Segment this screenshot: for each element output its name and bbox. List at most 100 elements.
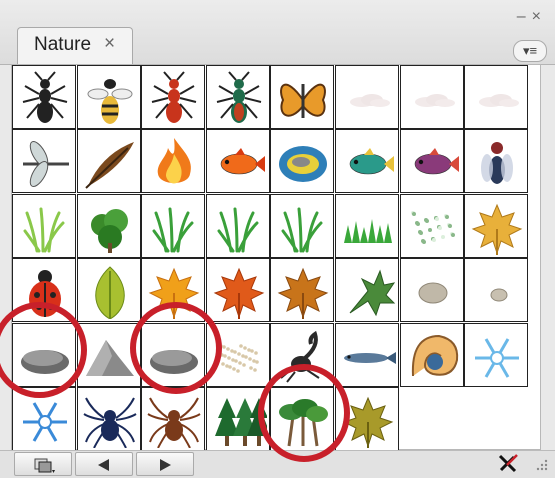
beetle-red-icon (151, 71, 197, 123)
tab-nature[interactable]: Nature × (17, 27, 133, 64)
symbol-fish-long[interactable] (335, 322, 399, 387)
symbol-ant[interactable] (12, 65, 76, 129)
tab-label: Nature (34, 34, 92, 55)
symbol-grid (11, 64, 541, 451)
next-button[interactable] (136, 452, 194, 476)
symbol-flowers-dots[interactable] (399, 193, 464, 258)
symbol-leaf-oak-green[interactable] (335, 258, 399, 323)
grass-tall-icon (23, 207, 65, 253)
symbol-leaf-maple-yellow[interactable] (464, 193, 529, 258)
symbol-beetle-green[interactable] (205, 65, 270, 129)
symbol-spider-brown[interactable] (141, 387, 206, 451)
butterfly-icon (280, 83, 327, 118)
symbol-spider-blue[interactable] (76, 387, 141, 451)
leaf-maple-orange-icon (148, 267, 200, 320)
previous-button[interactable] (75, 452, 133, 476)
symbol-leaf-maple-red[interactable] (205, 258, 270, 323)
symbol-grass-tall[interactable] (12, 193, 76, 258)
symbol-rock-flat[interactable] (141, 322, 206, 387)
close-icon[interactable]: × (532, 8, 547, 25)
fish-purple-icon (414, 148, 459, 175)
leaf-maple-brown-icon (278, 267, 329, 320)
symbol-fish-purple[interactable] (399, 129, 464, 194)
symbol-beetle-red[interactable] (141, 65, 206, 129)
snowflake-blue-icon (23, 402, 67, 442)
leaf-maple-yellow-icon (471, 203, 523, 255)
leaf-maple-olive-icon (342, 396, 394, 448)
minimize-icon[interactable]: – (517, 8, 532, 25)
symbol-snowflake[interactable] (464, 322, 529, 387)
bee-icon (87, 79, 133, 124)
stone-light-icon (418, 282, 448, 304)
symbol-snowflake-blue[interactable] (12, 387, 76, 451)
rock-flat-icon (21, 349, 69, 374)
symbol-grass[interactable] (141, 193, 206, 258)
shrub-icon (90, 208, 128, 253)
symbol-cloud[interactable] (335, 65, 399, 129)
symbol-trees-palm[interactable] (270, 387, 335, 451)
panel-menu-button[interactable]: ▾≡ (513, 40, 547, 62)
window-controls: –× (517, 8, 547, 26)
symbol-fish-blue-round[interactable] (270, 129, 335, 194)
previous-arrow-icon (98, 459, 109, 471)
grass-icon (152, 207, 194, 253)
symbol-shrub[interactable] (76, 193, 141, 258)
next-arrow-icon (160, 459, 171, 471)
pebble-icon (490, 288, 508, 302)
trees-pine-icon (214, 398, 267, 446)
spider-blue-icon (83, 397, 137, 448)
cloud-icon (479, 94, 520, 107)
symbol-feather[interactable] (76, 129, 141, 194)
panel-bottom-bar (0, 450, 555, 478)
symbol-leaf-maple-brown[interactable] (270, 258, 335, 323)
symbol-library-icon (34, 458, 55, 473)
symbol-grass[interactable] (205, 193, 270, 258)
symbol-leaf[interactable] (76, 258, 141, 323)
symbol-seashell[interactable] (399, 322, 464, 387)
symbol-sand-dots[interactable] (205, 322, 270, 387)
feather-icon (84, 142, 134, 190)
ladybug-icon (29, 270, 61, 318)
symbol-butterfly[interactable] (270, 65, 335, 129)
cloud-icon (350, 94, 390, 107)
symbol-grass[interactable] (270, 193, 335, 258)
leaf-oak-green-icon (349, 269, 396, 317)
symbol-fish-orange[interactable] (205, 129, 270, 194)
leaf-icon (94, 266, 125, 320)
fish-orange-icon (220, 148, 265, 175)
symbol-leaf-maple-orange[interactable] (141, 258, 206, 323)
symbol-scorpion[interactable] (270, 322, 335, 387)
ant-icon (22, 71, 68, 123)
leaf-maple-red-icon (213, 267, 265, 320)
symbol-fly[interactable] (464, 129, 529, 194)
spider-brown-icon (147, 397, 201, 448)
grass-icon (281, 207, 323, 253)
tab-close-icon[interactable]: × (104, 33, 115, 55)
rock-flat-icon (150, 349, 199, 374)
fly-icon (481, 142, 514, 185)
resize-grip-icon[interactable] (533, 456, 549, 472)
symbol-rock-flat[interactable] (12, 322, 76, 387)
symbol-bee[interactable] (76, 65, 141, 129)
symbol-grass-row[interactable] (335, 193, 399, 258)
symbol-ladybug[interactable] (12, 258, 76, 323)
beetle-green-icon (216, 71, 262, 123)
seashell-icon (411, 334, 458, 376)
grass-row-icon (344, 218, 392, 243)
break-link-icon[interactable] (495, 452, 521, 474)
symbol-stone-light[interactable] (399, 258, 464, 323)
symbol-mountain-rock[interactable] (76, 322, 141, 387)
panel-titlebar: Nature × –× ▾≡ (0, 0, 555, 65)
symbol-fish-green[interactable] (335, 129, 399, 194)
symbol-fire[interactable] (141, 129, 206, 194)
symbol-cloud[interactable] (399, 65, 464, 129)
symbols-panel: Nature × –× ▾≡ (0, 0, 555, 478)
sand-dots-icon (218, 343, 259, 373)
symbol-dragonfly[interactable] (12, 129, 76, 194)
fish-blue-round-icon (279, 146, 328, 183)
symbol-leaf-maple-olive[interactable] (335, 387, 399, 451)
symbol-cloud[interactable] (464, 65, 529, 129)
symbol-pebble[interactable] (464, 258, 529, 323)
symbol-library-button[interactable] (14, 452, 72, 476)
symbol-trees-pine[interactable] (205, 387, 270, 451)
